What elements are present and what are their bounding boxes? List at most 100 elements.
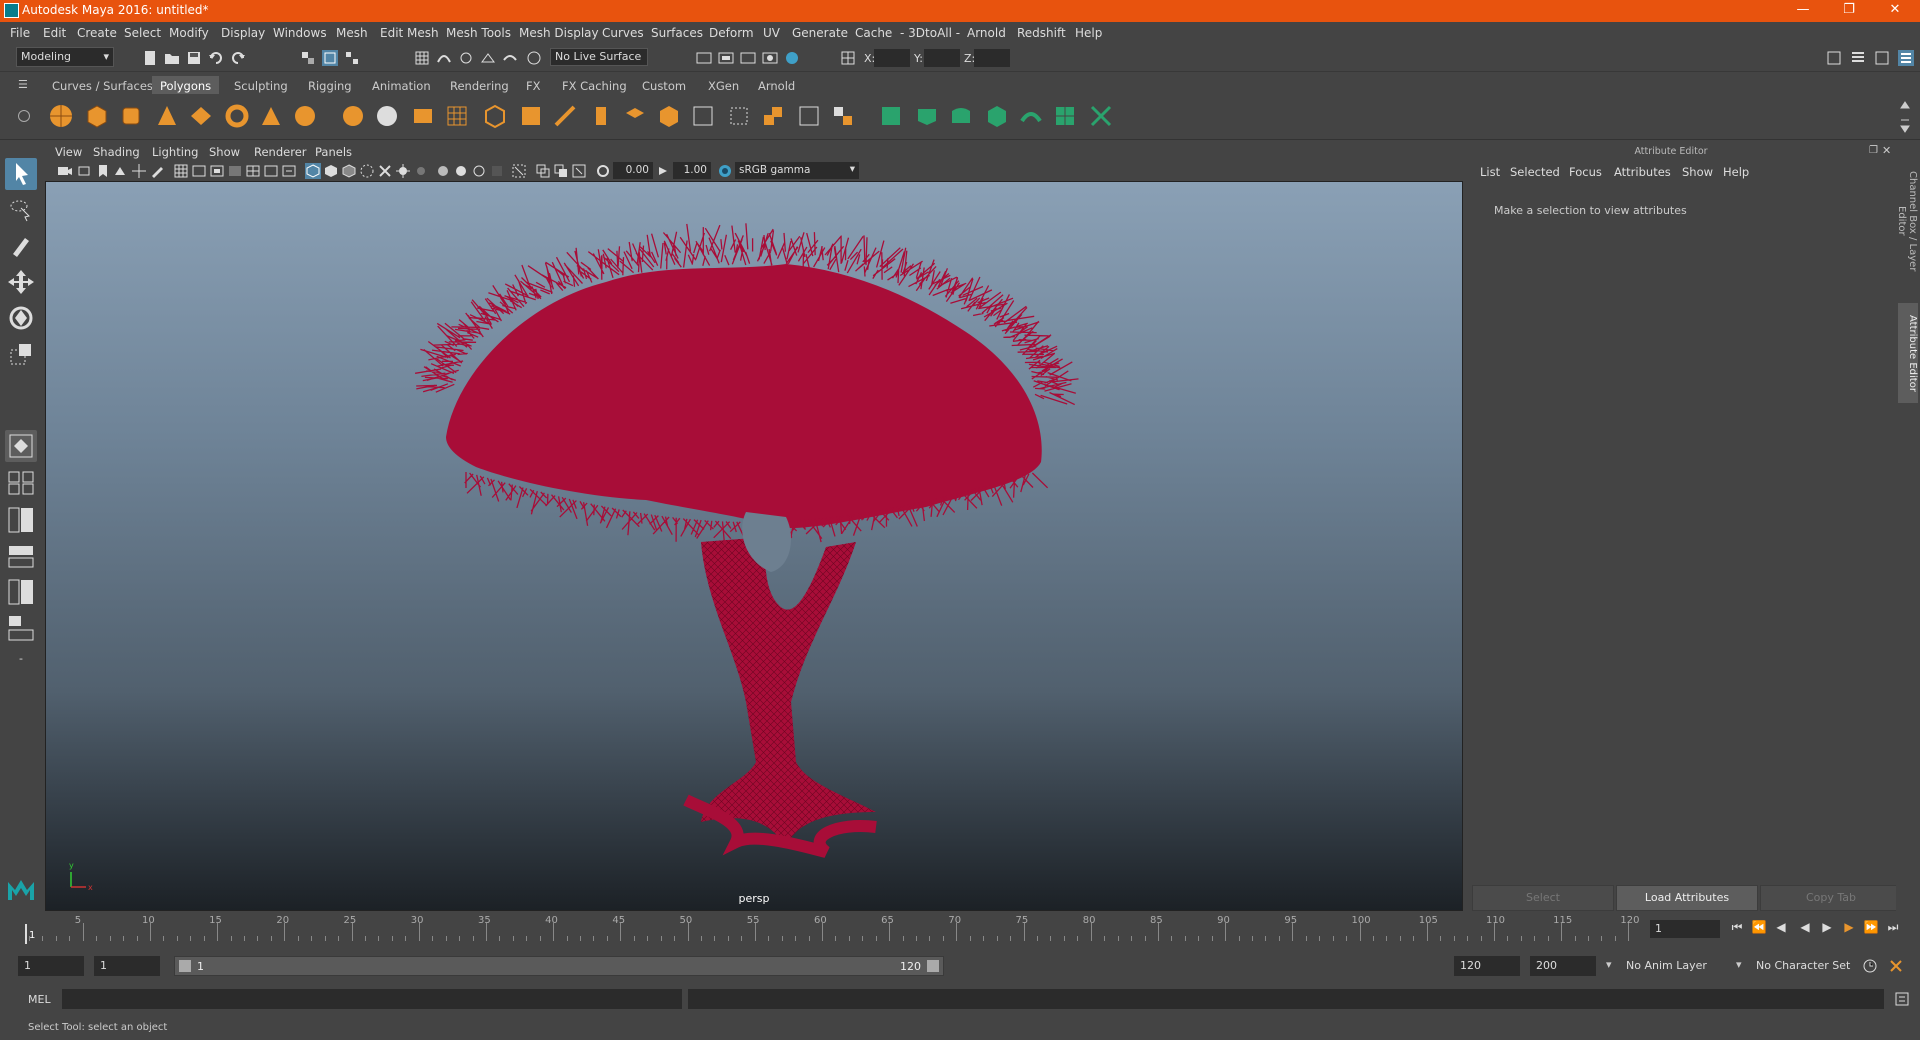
attr-menu-show[interactable]: Show: [1682, 165, 1713, 179]
viewport-menu-view[interactable]: View: [55, 145, 82, 159]
uv-layout-icon[interactable]: [1052, 103, 1078, 129]
attribute-editor-toggle-icon[interactable]: [1850, 50, 1866, 66]
open-scene-icon[interactable]: [164, 50, 180, 66]
smooth-icon[interactable]: [410, 103, 436, 129]
play-backwards-icon[interactable]: ◀: [1796, 920, 1814, 938]
append-polygon-icon[interactable]: [622, 103, 648, 129]
render-settings-icon[interactable]: [740, 50, 756, 66]
poly-cylinder-icon[interactable]: [118, 103, 144, 129]
insert-edge-loop-icon[interactable]: [690, 103, 716, 129]
mode-dropdown[interactable]: Modeling ▾: [16, 47, 114, 67]
polygon-merge-icon[interactable]: [830, 103, 856, 129]
menu-file[interactable]: File: [10, 26, 30, 40]
animation-end-field[interactable]: 200: [1530, 956, 1596, 976]
step-forward-key-icon[interactable]: ▶: [1840, 920, 1858, 938]
menu-edit[interactable]: Edit: [43, 26, 66, 40]
go-to-start-icon[interactable]: ⏮: [1728, 920, 1746, 938]
poly-torus-icon[interactable]: [224, 103, 250, 129]
auto-key-icon[interactable]: [1862, 958, 1878, 974]
snap-view-plane-icon[interactable]: [480, 50, 496, 66]
safe-title-icon[interactable]: [281, 163, 297, 179]
mirror-icon[interactable]: [796, 103, 822, 129]
viewport-menu-renderer[interactable]: Renderer: [254, 145, 307, 159]
current-time-marker[interactable]: [25, 924, 27, 944]
close-panel-icon[interactable]: ✕: [1882, 144, 1891, 157]
animation-preferences-icon[interactable]: [1888, 958, 1904, 974]
snap-grid-icon[interactable]: [414, 50, 430, 66]
isolate-select-icon[interactable]: [489, 163, 505, 179]
hypershade-layout-icon[interactable]: [5, 576, 37, 608]
xray-components-icon[interactable]: [553, 163, 569, 179]
current-frame-field[interactable]: 1: [1650, 920, 1720, 938]
poly-cone-icon[interactable]: [154, 103, 180, 129]
fill-hole-icon[interactable]: [656, 103, 682, 129]
menu-mesh-tools[interactable]: Mesh Tools: [446, 26, 511, 40]
z-field[interactable]: [974, 49, 1010, 67]
channel-box-toggle-icon[interactable]: [1898, 50, 1914, 66]
outliner-layout-icon[interactable]: [5, 612, 37, 644]
menu-deform[interactable]: Deform: [709, 26, 754, 40]
menu-create[interactable]: Create: [77, 26, 117, 40]
shelf-tab-sculpting[interactable]: Sculpting: [226, 76, 296, 96]
range-slider[interactable]: 1 120: [174, 956, 944, 976]
step-back-key-icon[interactable]: ◀: [1772, 920, 1790, 938]
screen-space-ao-icon[interactable]: [413, 163, 429, 179]
menu-display[interactable]: Display: [221, 26, 265, 40]
rotate-tool-icon[interactable]: [5, 302, 37, 334]
playback-end-field[interactable]: 120: [1454, 956, 1520, 976]
2d-pan-zoom-icon[interactable]: [131, 163, 147, 179]
tree-mesh-wireframe[interactable]: y x: [46, 182, 1464, 912]
viewport-menu-shading[interactable]: Shading: [93, 145, 140, 159]
snap-curve-icon[interactable]: [436, 50, 452, 66]
color-management-icon[interactable]: [717, 163, 733, 179]
grid-toggle-icon[interactable]: [173, 163, 189, 179]
single-perspective-layout-icon[interactable]: [5, 430, 37, 462]
grease-pencil-icon[interactable]: [149, 163, 165, 179]
minimize-icon[interactable]: —: [1780, 0, 1826, 22]
shelf-tab-xgen[interactable]: XGen: [700, 76, 747, 96]
step-forward-frame-icon[interactable]: ⏩: [1862, 920, 1880, 938]
paint-select-tool-icon[interactable]: [5, 230, 37, 262]
image-plane-icon[interactable]: [113, 163, 129, 179]
select-tool-icon[interactable]: [5, 158, 37, 190]
bevel-icon[interactable]: [552, 103, 578, 129]
attr-menu-list[interactable]: List: [1480, 165, 1500, 179]
depth-of-field-icon[interactable]: [471, 163, 487, 179]
anim-layer-dropdown[interactable]: No Anim Layer: [1620, 956, 1738, 976]
menu-curves[interactable]: Curves: [602, 26, 644, 40]
shelf-menu-icon[interactable]: ☰: [18, 78, 32, 92]
poly-cube-icon[interactable]: [84, 103, 110, 129]
menu-arnold[interactable]: Arnold: [967, 26, 1006, 40]
select-object-icon[interactable]: [322, 50, 338, 66]
gamma-field[interactable]: 1.00: [673, 162, 711, 179]
frame-selection-icon[interactable]: [571, 163, 587, 179]
reduce-icon[interactable]: [444, 103, 470, 129]
uv-planar-icon[interactable]: [878, 103, 904, 129]
exposure-field[interactable]: 0.00: [613, 162, 653, 179]
shelf-tab-arnold[interactable]: Arnold: [750, 76, 803, 96]
chevron-down-icon[interactable]: ▾: [1606, 958, 1612, 971]
chevron-down-icon[interactable]: ▾: [1736, 958, 1742, 971]
xray-icon[interactable]: [511, 163, 527, 179]
menu-select[interactable]: Select: [124, 26, 161, 40]
poly-pyramid-icon[interactable]: [258, 103, 284, 129]
shelf-tab-custom[interactable]: Custom: [634, 76, 694, 96]
y-field[interactable]: [924, 49, 960, 67]
uv-spherical-icon[interactable]: [948, 103, 974, 129]
command-language-label[interactable]: MEL: [28, 993, 51, 1006]
attr-menu-focus[interactable]: Focus: [1569, 165, 1602, 179]
tab-channel-box-layer-editor[interactable]: Channel Box / Layer Editor: [1896, 151, 1918, 291]
menu-uv[interactable]: UV: [763, 26, 780, 40]
shelf-tab-fx[interactable]: FX: [518, 76, 549, 96]
attr-menu-help[interactable]: Help: [1723, 165, 1749, 179]
copy-tab-button[interactable]: Copy Tab: [1760, 885, 1902, 911]
attr-menu-attributes[interactable]: Attributes: [1614, 165, 1671, 179]
shelf-scroll-icon[interactable]: [1900, 100, 1910, 134]
wireframe-on-shaded-icon[interactable]: [341, 163, 357, 179]
viewport-menu-lighting[interactable]: Lighting: [152, 145, 198, 159]
menu-mesh-display[interactable]: Mesh Display: [519, 26, 599, 40]
shelf-tab-rigging[interactable]: Rigging: [300, 76, 360, 96]
smooth-shade-icon[interactable]: [323, 163, 339, 179]
film-gate-icon[interactable]: [191, 163, 207, 179]
menu-help[interactable]: Help: [1075, 26, 1102, 40]
